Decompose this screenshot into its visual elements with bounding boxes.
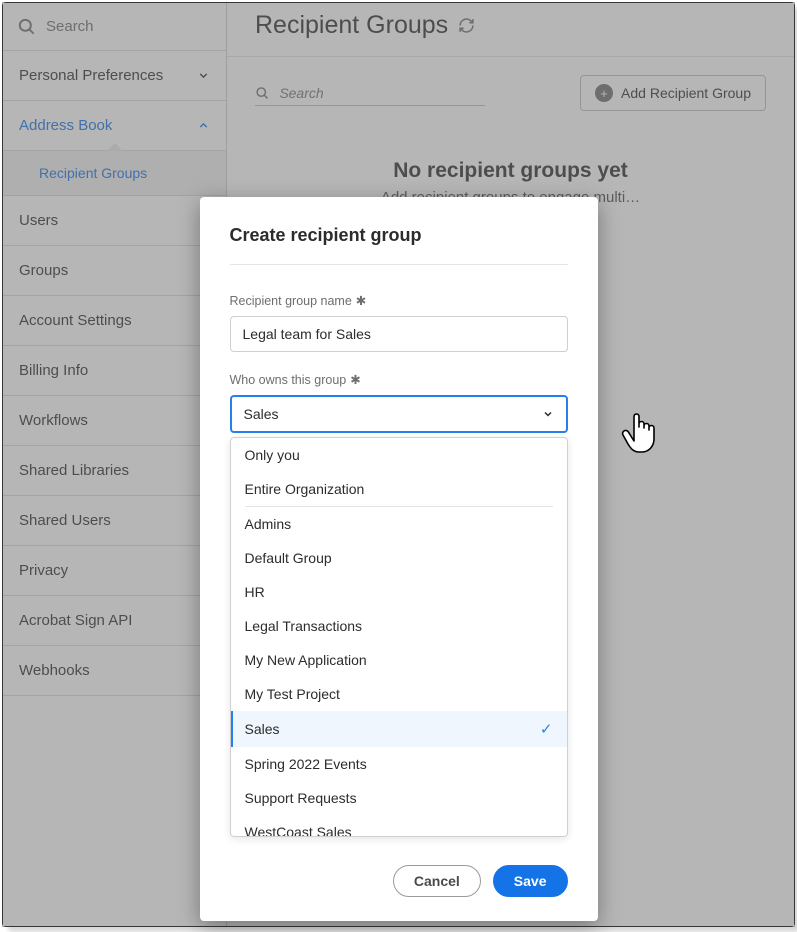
owner-select-value: Sales — [244, 406, 279, 422]
dropdown-option-label: Spring 2022 Events — [245, 756, 367, 772]
dropdown-option-label: My New Application — [245, 652, 367, 668]
dropdown-option-label: Default Group — [245, 550, 332, 566]
required-asterisk: ✱ — [356, 293, 366, 308]
dropdown-option-label: HR — [245, 584, 265, 600]
dropdown-option-hr[interactable]: HR — [231, 575, 567, 609]
owner-select[interactable]: Sales — [230, 395, 568, 433]
dropdown-option-only-you[interactable]: Only you — [231, 438, 567, 472]
dropdown-option-my-new-application[interactable]: My New Application — [231, 643, 567, 677]
recipient-group-name-input[interactable] — [230, 316, 568, 352]
dropdown-option-label: My Test Project — [245, 686, 340, 702]
dropdown-option-spring-2022-events[interactable]: Spring 2022 Events — [231, 747, 567, 781]
modal-title: Create recipient group — [230, 225, 568, 265]
save-button[interactable]: Save — [493, 865, 568, 897]
dropdown-option-label: Sales — [245, 721, 280, 737]
dropdown-option-label: Entire Organization — [245, 481, 365, 497]
chevron-down-icon — [542, 408, 554, 420]
dropdown-option-entire-organization[interactable]: Entire Organization — [231, 472, 567, 506]
dropdown-option-sales[interactable]: Sales ✓ — [231, 711, 567, 747]
dropdown-option-label: WestCoast Sales — [245, 824, 352, 837]
owner-dropdown[interactable]: Only you Entire Organization Admins Default… — [230, 437, 568, 837]
dropdown-option-label: Legal Transactions — [245, 618, 363, 634]
cancel-button[interactable]: Cancel — [393, 865, 481, 897]
dropdown-option-label: Support Requests — [245, 790, 357, 806]
dropdown-option-westcoast-sales[interactable]: WestCoast Sales — [231, 815, 567, 837]
dropdown-option-legal-transactions[interactable]: Legal Transactions — [231, 609, 567, 643]
dropdown-option-label: Admins — [245, 516, 292, 532]
owner-field-label: Who owns this group✱ — [230, 372, 568, 387]
dropdown-option-label: Only you — [245, 447, 300, 463]
required-asterisk: ✱ — [350, 372, 360, 387]
name-field-label: Recipient group name✱ — [230, 293, 568, 308]
dropdown-option-my-test-project[interactable]: My Test Project — [231, 677, 567, 711]
dropdown-option-support-requests[interactable]: Support Requests — [231, 781, 567, 815]
checkmark-icon: ✓ — [540, 720, 553, 738]
create-recipient-group-modal: Create recipient group Recipient group n… — [200, 197, 598, 921]
dropdown-option-admins[interactable]: Admins — [231, 507, 567, 541]
dropdown-option-default-group[interactable]: Default Group — [231, 541, 567, 575]
